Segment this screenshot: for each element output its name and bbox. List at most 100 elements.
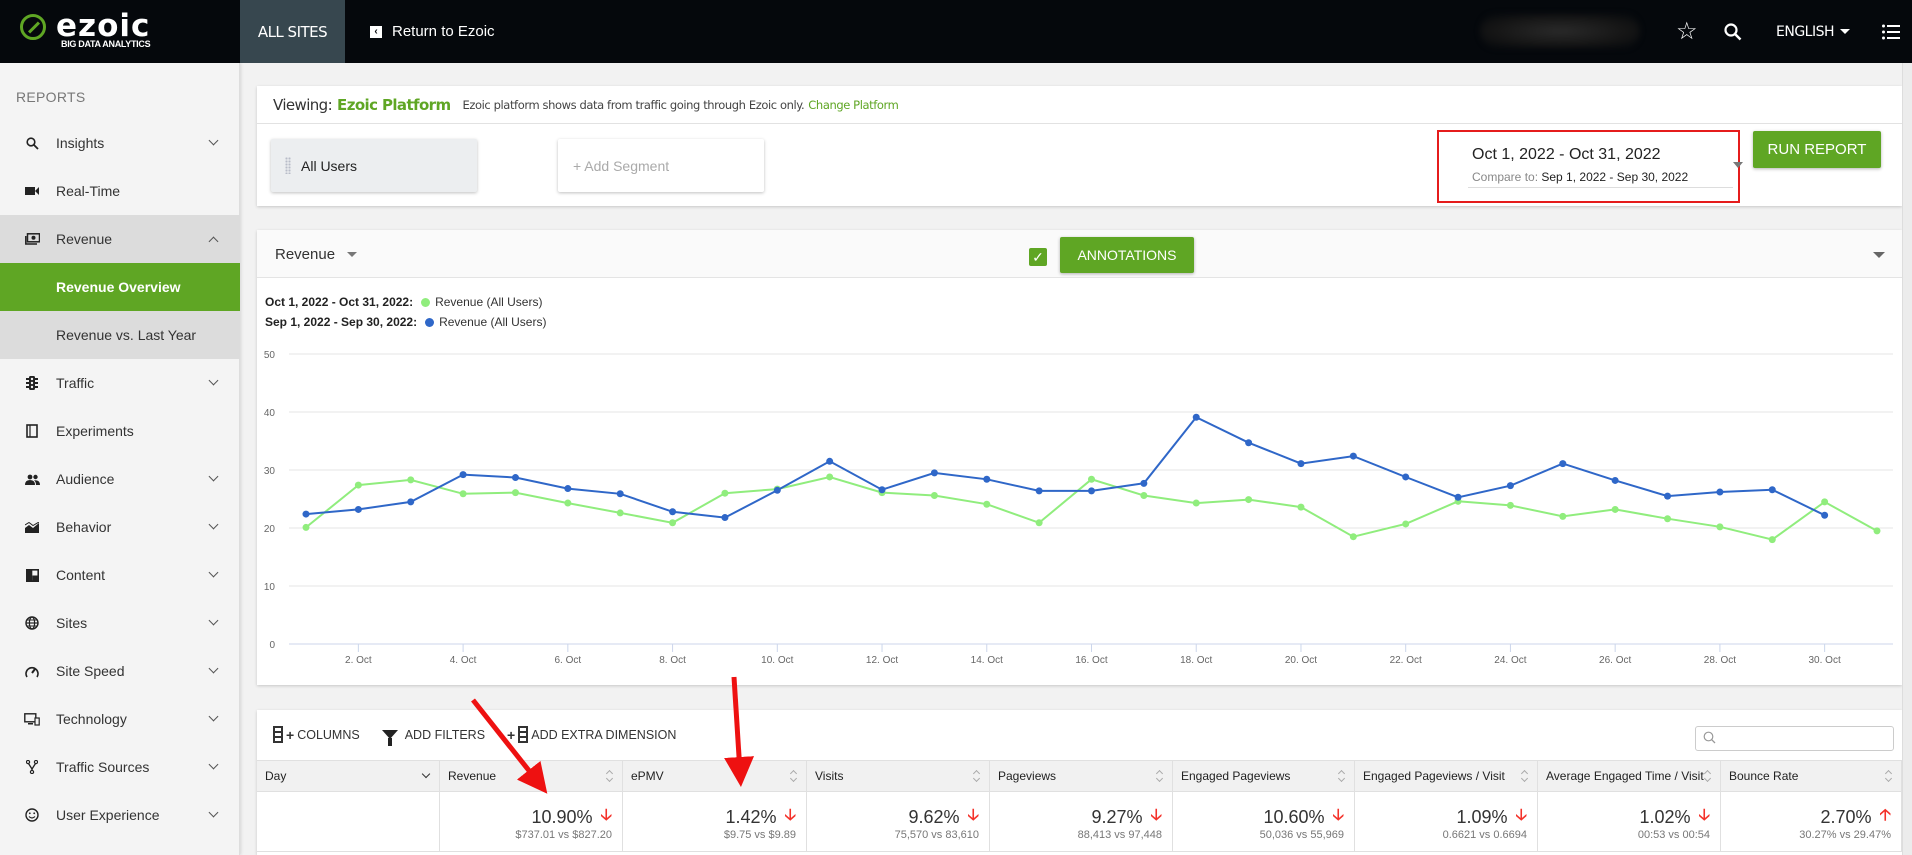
sort-icon[interactable]	[606, 770, 614, 782]
pct-change: 9.27%	[1091, 807, 1143, 827]
sidebar-item-revenue[interactable]: Revenue	[0, 215, 240, 263]
legend-dot	[421, 297, 431, 307]
all-sites-tab[interactable]: ALL SITES	[240, 0, 345, 63]
traffic-light-icon	[24, 375, 40, 391]
chevron-down-icon	[208, 519, 219, 530]
devices-icon	[24, 711, 40, 727]
data-point	[616, 509, 624, 517]
summary-cell-pageviews: 9.27% 🡣 88,413 vs 97,448	[990, 792, 1173, 851]
sidebar-item-traffic[interactable]: Traffic	[0, 359, 240, 407]
people-icon	[24, 471, 40, 487]
column-header-visits[interactable]: Visits	[807, 761, 990, 791]
compare-values: 30.27% vs 29.47%	[1799, 829, 1891, 841]
sidebar-item-label: Revenue	[56, 231, 113, 247]
sort-icon[interactable]	[973, 770, 981, 782]
sidebar-item-site-speed[interactable]: Site Speed	[0, 647, 240, 695]
column-header-avg-engaged-time[interactable]: Average Engaged Time / Visit	[1538, 761, 1721, 791]
run-report-button[interactable]: RUN REPORT	[1753, 131, 1881, 168]
legend-item-current[interactable]: Oct 1, 2022 - Oct 31, 2022: Revenue (All…	[265, 292, 546, 312]
table-search-input[interactable]	[1695, 726, 1894, 751]
sidebar-item-audience[interactable]: Audience	[0, 455, 240, 503]
sidebar-item-behavior[interactable]: Behavior	[0, 503, 240, 551]
speedometer-icon	[24, 663, 40, 679]
sidebar-item-revenue-overview[interactable]: Revenue Overview	[0, 263, 240, 311]
sidebar-item-insights[interactable]: Insights	[0, 119, 240, 167]
sidebar-item-traffic-sources[interactable]: Traffic Sources	[0, 743, 240, 791]
data-point	[930, 492, 938, 500]
x-tick-label: 10. Oct	[761, 655, 793, 666]
search-icon[interactable]	[1724, 0, 1742, 63]
pct-change: 1.42%	[725, 807, 777, 827]
column-header-engaged-pageviews[interactable]: Engaged Pageviews	[1173, 761, 1355, 791]
chevron-down-icon	[208, 807, 219, 818]
page-scrollbar[interactable]	[1902, 63, 1912, 855]
data-point	[302, 523, 310, 531]
columns-button[interactable]: + COLUMNS	[273, 726, 360, 743]
sort-icon[interactable]	[1704, 770, 1712, 782]
data-point	[407, 476, 415, 484]
annotations-checkbox[interactable]: ✓	[1029, 248, 1047, 266]
column-header-engaged-pageviews-per-visit[interactable]: Engaged Pageviews / Visit	[1355, 761, 1538, 791]
columns-label: COLUMNS	[297, 727, 360, 742]
data-point	[564, 499, 572, 507]
sort-icon[interactable]	[1338, 770, 1346, 782]
chevron-down-icon	[208, 663, 219, 674]
change-platform-link[interactable]: Change Platform	[808, 98, 899, 112]
data-point	[1245, 496, 1253, 504]
data-point	[1716, 523, 1724, 531]
sort-icon[interactable]	[1885, 770, 1893, 782]
chevron-down-icon	[208, 759, 219, 770]
column-title: Visits	[815, 769, 844, 783]
reports-heading: REPORTS	[16, 89, 86, 105]
column-header-day[interactable]: Day	[257, 761, 440, 791]
sidebar-item-user-experience[interactable]: User Experience	[0, 791, 240, 839]
annotations-button[interactable]: ANNOTATIONS	[1060, 237, 1194, 273]
data-point	[1349, 533, 1357, 541]
add-dimension-label: ADD EXTRA DIMENSION	[531, 727, 677, 742]
star-icon[interactable]: ☆	[1676, 0, 1698, 63]
drag-handle-icon[interactable]	[285, 157, 291, 174]
sidebar-item-sites[interactable]: Sites	[0, 599, 240, 647]
column-header-bounce-rate[interactable]: Bounce Rate	[1721, 761, 1902, 791]
platform-header: Viewing: Ezoic Platform Ezoic platform s…	[257, 86, 1902, 124]
compare-values: 50,036 vs 55,969	[1259, 829, 1344, 841]
column-header-pageviews[interactable]: Pageviews	[990, 761, 1173, 791]
data-point	[773, 486, 781, 494]
date-range-picker[interactable]: Oct 1, 2022 - Oct 31, 2022 Compare to: S…	[1468, 140, 1743, 188]
logo-mark-icon	[20, 14, 46, 40]
smiley-icon	[24, 807, 40, 823]
sort-icon[interactable]	[1521, 770, 1529, 782]
data-point	[721, 514, 729, 522]
legend-item-compare[interactable]: Sep 1, 2022 - Sep 30, 2022: Revenue (All…	[265, 312, 546, 332]
language-label: ENGLISH	[1776, 23, 1835, 40]
sidebar-item-real-time[interactable]: Real-Time	[0, 167, 240, 215]
sidebar-item-revenue-vs-last-year[interactable]: Revenue vs. Last Year	[0, 311, 240, 359]
collapse-chart-icon[interactable]	[1873, 252, 1885, 258]
add-extra-dimension-button[interactable]: + ADD EXTRA DIMENSION	[507, 726, 676, 743]
y-tick-label: 40	[264, 408, 276, 419]
add-segment-button[interactable]: + Add Segment	[558, 139, 764, 192]
sidebar-item-technology[interactable]: Technology	[0, 695, 240, 743]
pct-change: 10.90%	[531, 807, 593, 827]
column-header-epmv[interactable]: ePMV	[623, 761, 807, 791]
series-line-compare	[305, 415, 1826, 519]
chart-header: Revenue ✓ ANNOTATIONS	[257, 230, 1902, 278]
chevron-up-icon	[208, 236, 219, 247]
sidebar-item-experiments[interactable]: Experiments	[0, 407, 240, 455]
add-filters-button[interactable]: ADD FILTERS	[381, 728, 485, 746]
language-selector[interactable]: ENGLISH	[1776, 0, 1851, 63]
sidebar-item-label: Revenue Overview	[56, 279, 181, 295]
x-tick-label: 20. Oct	[1285, 655, 1317, 666]
sort-icon[interactable]	[1156, 770, 1164, 782]
data-point	[1611, 476, 1619, 484]
columns-icon	[518, 726, 529, 743]
list-menu-icon[interactable]	[1882, 0, 1900, 63]
column-header-revenue[interactable]: Revenue	[440, 761, 623, 791]
ezoic-logo[interactable]: ezoic BIG DATA ANALYTICS	[18, 8, 198, 52]
sort-icon[interactable]	[790, 770, 798, 782]
data-point	[354, 505, 362, 513]
sidebar-item-content[interactable]: Content	[0, 551, 240, 599]
return-to-ezoic-link[interactable]: ‹ Return to Ezoic	[370, 0, 495, 63]
metric-selector[interactable]: Revenue	[275, 246, 358, 263]
segment-all-users[interactable]: All Users	[271, 139, 477, 192]
